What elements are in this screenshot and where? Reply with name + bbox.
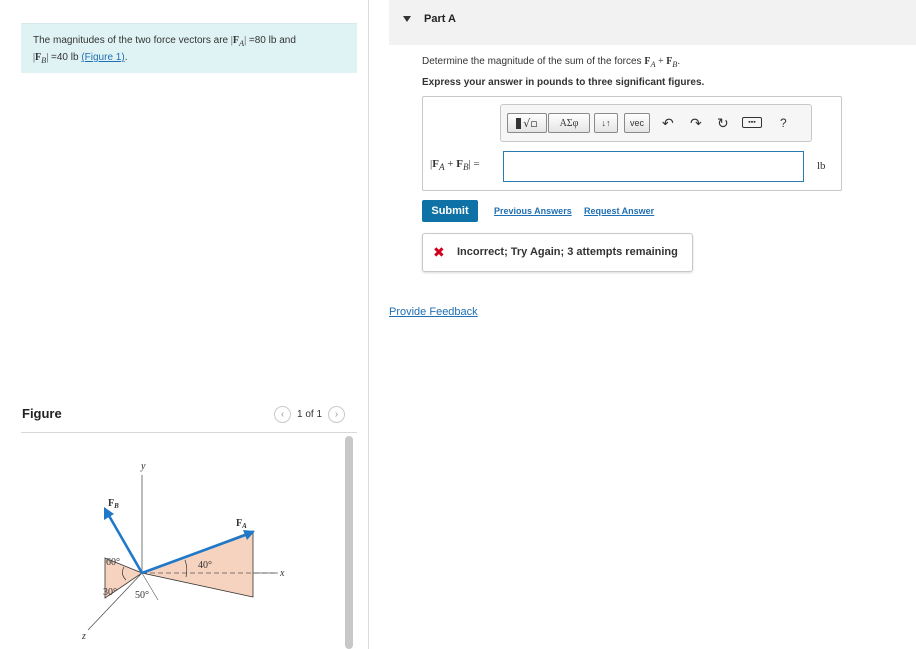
previous-answers-link[interactable]: Previous Answers bbox=[494, 206, 572, 216]
request-answer-link[interactable]: Request Answer bbox=[584, 206, 654, 216]
fa-label: FA bbox=[236, 518, 247, 530]
problem-statement: The magnitudes of the two force vectors … bbox=[21, 23, 357, 73]
answer-label: |FA + FB| = bbox=[430, 158, 480, 173]
fb-label: FB bbox=[108, 498, 119, 510]
triangle-down-icon[interactable] bbox=[403, 16, 411, 22]
part-header[interactable] bbox=[389, 0, 916, 45]
arrows-button[interactable]: ↓↑ bbox=[594, 113, 618, 133]
symbols-button[interactable]: ΑΣφ bbox=[548, 113, 590, 133]
submit-button[interactable]: Submit bbox=[422, 200, 478, 222]
angle-50-label: 50° bbox=[135, 590, 149, 601]
figure-scrollbar[interactable] bbox=[345, 436, 353, 649]
reset-icon[interactable]: ↻ bbox=[717, 115, 729, 131]
fa-value: =80 lb bbox=[248, 35, 277, 46]
axis-x-label: x bbox=[279, 568, 285, 579]
question-text: Determine the magnitude of the sum of th… bbox=[422, 56, 681, 69]
provide-feedback-link[interactable]: Provide Feedback bbox=[389, 306, 478, 318]
figure-page-count: 1 of 1 bbox=[297, 409, 323, 420]
templates-icon[interactable]: √▫ bbox=[507, 113, 547, 133]
part-title: Part A bbox=[424, 13, 456, 25]
unit-label: lb bbox=[817, 160, 826, 172]
chevron-right-icon[interactable]: › bbox=[328, 406, 346, 423]
figure-link[interactable]: (Figure 1) bbox=[81, 52, 124, 63]
axis-y-label: y bbox=[140, 461, 146, 472]
axis-z-label: z bbox=[81, 631, 86, 642]
problem-text: The magnitudes of the two force vectors … bbox=[33, 35, 229, 46]
chevron-left-icon[interactable]: ‹ bbox=[274, 406, 291, 423]
instruction-text: Express your answer in pounds to three s… bbox=[422, 77, 705, 88]
figure-label: Figure bbox=[22, 406, 62, 421]
x-icon: ✖ bbox=[433, 244, 445, 260]
panel-divider bbox=[368, 0, 369, 649]
help-button[interactable]: ? bbox=[780, 115, 787, 131]
keyboard-icon[interactable]: ▪▪▪ bbox=[742, 117, 762, 128]
redo-icon[interactable]: ↷ bbox=[690, 115, 702, 131]
answer-input[interactable] bbox=[503, 151, 804, 182]
figure-pager: ‹ 1 of 1 › bbox=[274, 406, 346, 423]
figure-divider bbox=[21, 432, 357, 433]
feedback-text: Incorrect; Try Again; 3 attempts remaini… bbox=[457, 246, 678, 258]
angle-30-label: 30° bbox=[103, 587, 117, 598]
fb-value: =40 lb bbox=[51, 52, 79, 63]
vec-button[interactable]: vec bbox=[624, 113, 650, 133]
force-diagram: y x z FA FB 60° 30° 50° 40° bbox=[81, 461, 285, 642]
undo-icon[interactable]: ↶ bbox=[662, 115, 674, 131]
angle-40-label: 40° bbox=[198, 560, 212, 571]
angle-60-label: 60° bbox=[106, 557, 120, 568]
